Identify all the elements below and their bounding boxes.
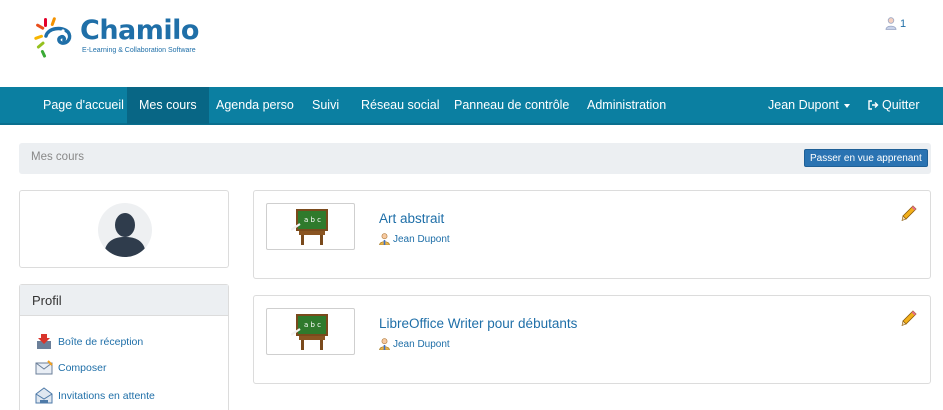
chevron-down-icon [843, 103, 850, 108]
user-silhouette-icon [104, 213, 146, 257]
nav-home[interactable]: Page d'accueil [30, 87, 137, 124]
brand-name: Chamilo [80, 15, 199, 46]
notification-count: 1 [900, 17, 907, 30]
compose-icon [35, 360, 53, 375]
course-teacher[interactable]: Jean Dupont [379, 338, 450, 350]
compose-link[interactable]: Composer [35, 360, 106, 376]
teacher-icon [379, 338, 390, 350]
nav-administration[interactable]: Administration [575, 87, 678, 124]
course-teacher-name: Jean Dupont [393, 233, 450, 245]
nav-dashboard[interactable]: Panneau de contrôle [442, 87, 581, 124]
profile-box: Profil Boîte de réception Composer Invit… [19, 284, 229, 410]
chameleon-icon [34, 17, 72, 58]
svg-text:a b c: a b c [304, 321, 321, 329]
user-menu[interactable]: Jean Dupont [756, 87, 862, 124]
inbox-label: Boîte de réception [58, 335, 144, 348]
notifications[interactable]: 1 [885, 17, 906, 30]
course-thumbnail[interactable]: a b c [266, 308, 355, 355]
avatar[interactable] [98, 203, 152, 257]
nav-my-courses[interactable]: Mes cours [127, 87, 209, 124]
user-menu-label: Jean Dupont [768, 98, 839, 112]
student-view-button[interactable]: Passer en vue apprenant [804, 149, 928, 167]
nav-social[interactable]: Réseau social [349, 87, 452, 124]
edit-pencil-icon[interactable] [901, 205, 917, 223]
course-title[interactable]: Art abstrait [379, 211, 444, 226]
breadcrumb: Mes cours Passer en vue apprenant [19, 143, 931, 174]
course-thumbnail[interactable]: a b c [266, 203, 355, 250]
blackboard-icon: a b c [291, 209, 328, 245]
logout-icon [868, 100, 879, 110]
header: Chamilo E-Learning & Collaboration Softw… [0, 0, 943, 87]
edit-pencil-icon[interactable] [901, 310, 917, 328]
nav-tracking[interactable]: Suivi [300, 87, 351, 124]
logout-label: Quitter [882, 98, 920, 112]
inbox-link[interactable]: Boîte de réception [35, 333, 143, 350]
course-title[interactable]: LibreOffice Writer pour débutants [379, 316, 577, 331]
invitations-label: Invitations en attente [58, 389, 155, 402]
svg-text:a b c: a b c [304, 216, 321, 224]
inbox-icon [37, 334, 51, 349]
course-teacher[interactable]: Jean Dupont [379, 233, 450, 245]
course-card: a b c LibreOffice Writer pour débutants … [253, 295, 931, 384]
invitations-icon [35, 387, 53, 404]
logout-button[interactable]: Quitter [856, 87, 932, 124]
course-card: a b c Art abstrait Jean Dupont [253, 190, 931, 279]
nav-agenda[interactable]: Agenda perso [204, 87, 306, 124]
compose-label: Composer [58, 362, 107, 374]
main-navbar: Page d'accueil Mes cours Agenda perso Su… [0, 87, 943, 125]
course-teacher-name: Jean Dupont [393, 338, 450, 350]
invitations-link[interactable]: Invitations en attente [35, 387, 155, 404]
breadcrumb-current: Mes cours [31, 151, 85, 163]
chamilo-logo[interactable]: Chamilo E-Learning & Collaboration Softw… [32, 15, 222, 61]
blackboard-icon: a b c [291, 314, 328, 350]
profile-title: Profil [20, 285, 228, 316]
user-box [19, 190, 229, 268]
teacher-icon [379, 233, 390, 245]
user-icon [885, 17, 897, 30]
brand-tagline: E-Learning & Collaboration Software [82, 47, 196, 54]
